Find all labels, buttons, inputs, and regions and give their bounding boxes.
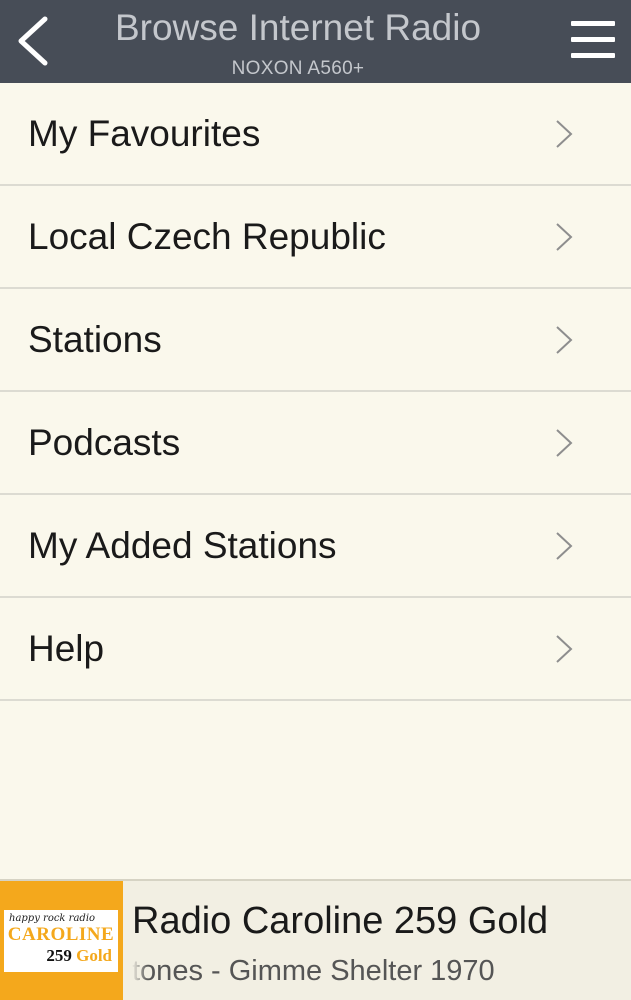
menu-item-stations[interactable]: Stations <box>0 289 631 392</box>
app-header: Browse Internet Radio NOXON A560+ <box>0 0 631 83</box>
chevron-right-icon <box>556 635 573 663</box>
chevron-right-icon <box>556 429 573 457</box>
menu-item-label: My Favourites <box>28 113 261 154</box>
menu-item-label: Local Czech Republic <box>28 216 386 257</box>
menu-item-label: Help <box>28 628 105 669</box>
chevron-right-icon <box>556 532 573 560</box>
hamburger-menu-icon <box>571 21 615 58</box>
now-playing-bar[interactable]: happy rock radio CAROLINE 259 Gold Radio… <box>0 879 631 1000</box>
chevron-right-icon <box>556 120 573 148</box>
browse-menu-list: My Favourites Local Czech Republic Stati… <box>0 83 631 701</box>
menu-item-help[interactable]: Help <box>0 598 631 701</box>
chevron-right-icon <box>556 326 573 354</box>
logo-gold: Gold <box>76 946 112 965</box>
page-title: Browse Internet Radio <box>114 7 482 48</box>
menu-item-my-added-stations[interactable]: My Added Stations <box>0 495 631 598</box>
menu-item-podcasts[interactable]: Podcasts <box>0 392 631 495</box>
station-logo-badge: happy rock radio CAROLINE 259 Gold <box>4 910 118 972</box>
chevron-left-icon <box>18 16 48 66</box>
menu-item-label: My Added Stations <box>28 525 337 566</box>
now-playing-station: Radio Caroline 259 Gold <box>132 900 549 942</box>
back-button[interactable] <box>0 0 66 83</box>
menu-item-my-favourites[interactable]: My Favourites <box>0 83 631 186</box>
device-name: NOXON A560+ <box>231 58 365 79</box>
menu-item-local-czech-republic[interactable]: Local Czech Republic <box>0 186 631 289</box>
logo-subtitle: 259 Gold <box>4 945 118 967</box>
station-logo: happy rock radio CAROLINE 259 Gold <box>0 881 123 1000</box>
logo-number: 259 <box>46 946 72 965</box>
track-fade-overlay <box>132 953 148 989</box>
now-playing-track: tones - Gimme Shelter 1970 <box>132 955 495 987</box>
now-playing-track-container: tones - Gimme Shelter 1970 <box>132 953 627 989</box>
menu-button[interactable] <box>555 0 631 83</box>
menu-item-label: Stations <box>28 319 162 360</box>
logo-name: CAROLINE <box>7 924 115 945</box>
chevron-right-icon <box>556 223 573 251</box>
menu-item-label: Podcasts <box>28 422 181 463</box>
